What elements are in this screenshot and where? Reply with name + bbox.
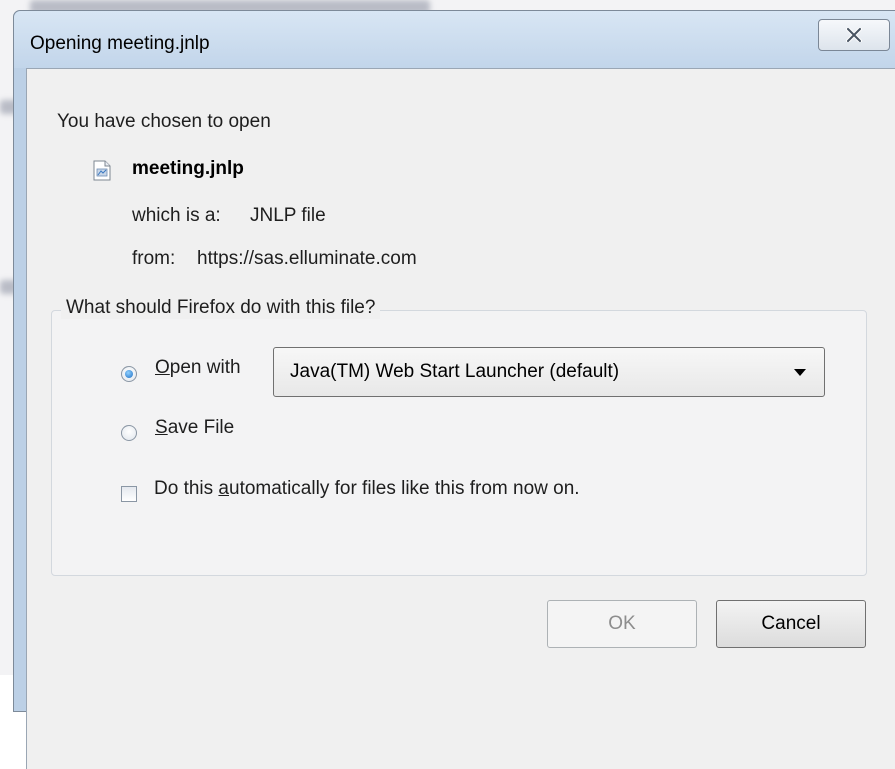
file-open-dialog: Opening meeting.jnlp You have chosen to … bbox=[13, 10, 895, 769]
save-file-radio[interactable] bbox=[121, 425, 137, 441]
file-type-value: JNLP file bbox=[250, 205, 326, 226]
application-select[interactable]: Java(TM) Web Start Launcher (default) bbox=[273, 347, 825, 397]
save-file-label[interactable]: Save File bbox=[155, 417, 234, 439]
intro-text: You have chosen to open bbox=[57, 111, 271, 132]
auto-action-access-key: a bbox=[218, 478, 229, 499]
auto-action-label-start: Do this bbox=[154, 478, 219, 499]
ok-button[interactable]: OK bbox=[547, 600, 697, 648]
open-with-access-key: O bbox=[155, 357, 170, 378]
title-bar: Opening meeting.jnlp bbox=[14, 11, 895, 68]
auto-action-checkbox[interactable] bbox=[121, 486, 137, 502]
close-x-icon bbox=[846, 28, 862, 42]
file-source-label: from: bbox=[132, 248, 176, 269]
file-name: meeting.jnlp bbox=[132, 158, 244, 179]
chevron-down-icon bbox=[794, 369, 806, 376]
file-type-label: which is a: bbox=[132, 205, 221, 226]
auto-action-label-end: utomatically for files like this from no… bbox=[229, 478, 580, 499]
save-file-access-key: S bbox=[155, 417, 168, 438]
open-with-label[interactable]: Open with bbox=[155, 357, 241, 379]
open-with-label-text: pen with bbox=[169, 357, 241, 378]
file-source-value: https://sas.elluminate.com bbox=[197, 248, 417, 269]
window-title: Opening meeting.jnlp bbox=[30, 33, 210, 54]
open-with-radio[interactable] bbox=[121, 366, 137, 382]
application-selected-value: Java(TM) Web Start Launcher (default) bbox=[290, 361, 620, 382]
action-question: What should Firefox do with this file? bbox=[61, 297, 381, 319]
document-file-icon bbox=[93, 160, 111, 186]
close-button[interactable] bbox=[818, 19, 890, 51]
cancel-button[interactable]: Cancel bbox=[716, 600, 866, 648]
save-file-label-text: ave File bbox=[167, 417, 235, 438]
dialog-body: You have chosen to open meeting.jnlp whi… bbox=[26, 68, 895, 769]
auto-action-label[interactable]: Do this automatically for files like thi… bbox=[154, 478, 580, 500]
